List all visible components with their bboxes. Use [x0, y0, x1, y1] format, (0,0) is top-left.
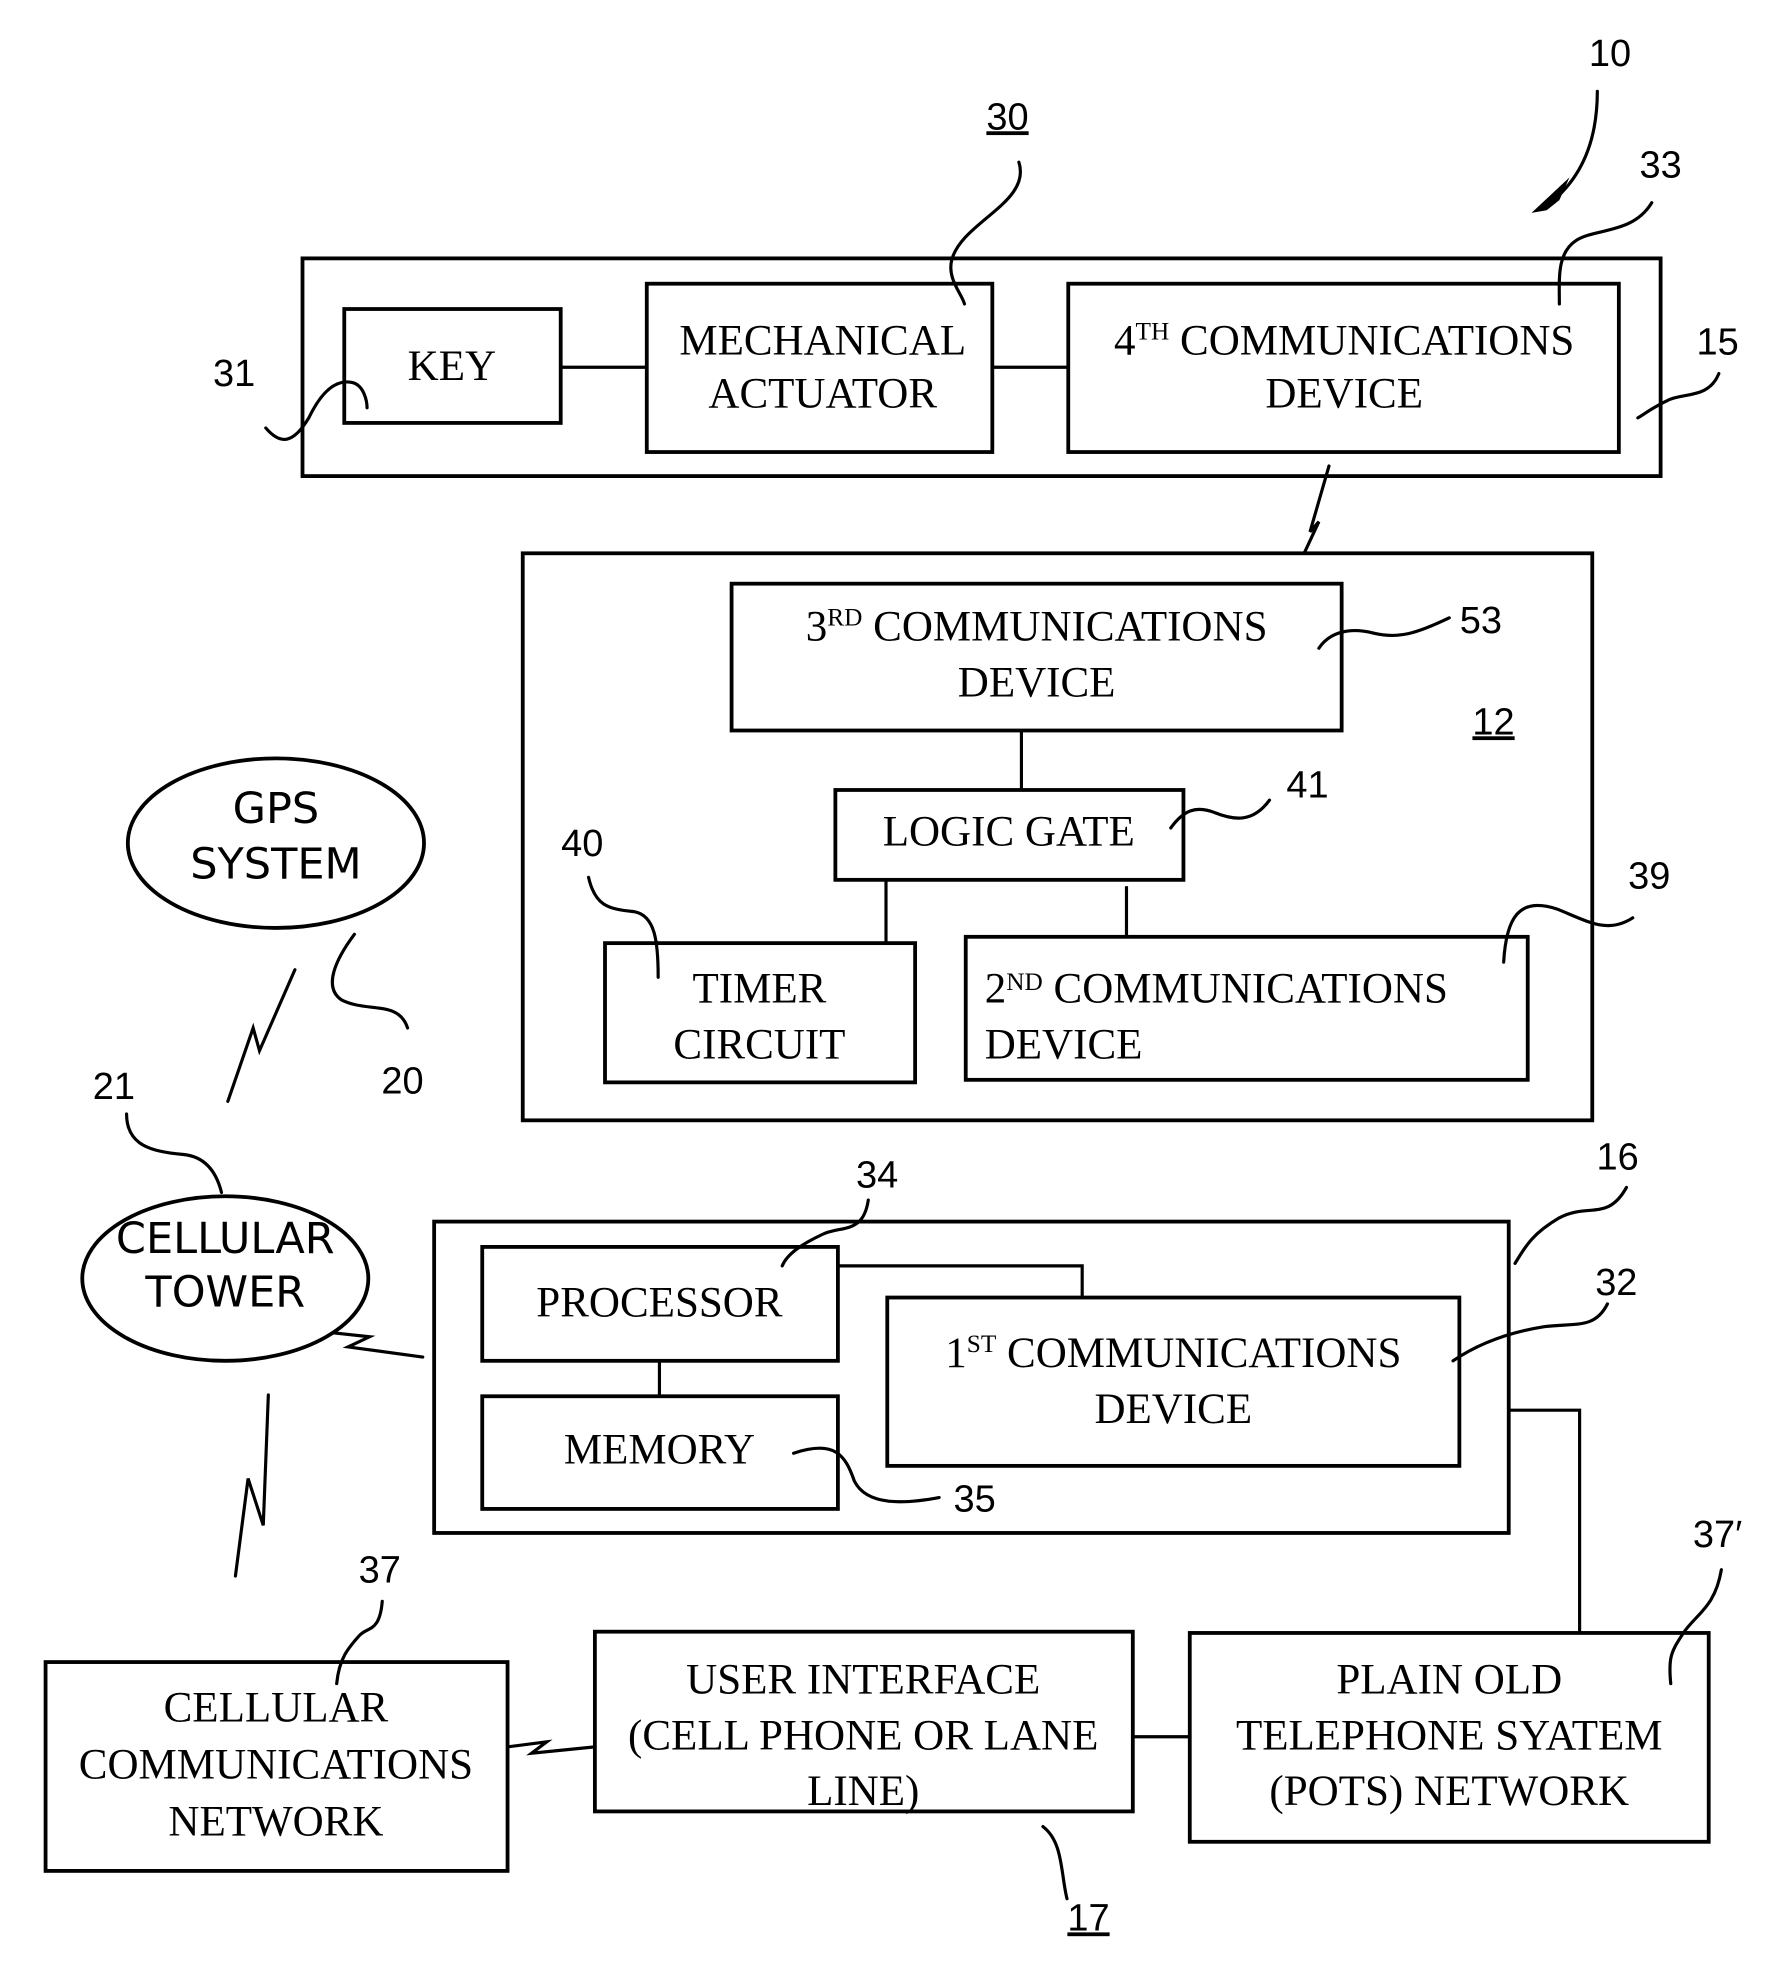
vehicle-unit: KEY MECHANICAL ACTUATOR 4TH COMMUNICATIO… [300, 256, 1663, 478]
pots-network-box[interactable]: PLAIN OLD TELEPHONE SYATEM (POTS) NETWOR… [1187, 1631, 1711, 1844]
leader-20 [330, 932, 410, 1030]
third-comm-line2: DEVICE [958, 659, 1116, 706]
gps-system[interactable]: GPS SYSTEM [125, 756, 426, 930]
fourth-comm-line2: DEVICE [1265, 371, 1423, 418]
timer-line2: CIRCUIT [673, 1021, 845, 1068]
ref-17: 17 [1067, 1897, 1109, 1939]
ref-39: 39 [1628, 856, 1670, 898]
system-arrow-head-icon [1531, 177, 1570, 213]
second-comm-line1: 2ND COMMUNICATIONS [985, 966, 1448, 1013]
ref-20: 20 [381, 1061, 423, 1103]
ref-10: 10 [1589, 33, 1631, 75]
logic-gate-box[interactable]: LOGIC GATE [833, 788, 1186, 882]
second-comm-device-box[interactable]: 2ND COMMUNICATIONS DEVICE [963, 934, 1530, 1082]
ref-41: 41 [1286, 765, 1328, 807]
memory-label: MEMORY [564, 1426, 755, 1473]
cellnet-line3: NETWORK [168, 1798, 383, 1845]
cellnet-line2: COMMUNICATIONS [79, 1742, 473, 1789]
first-comm-device-box[interactable]: 1ST COMMUNICATIONS DEVICE [885, 1295, 1462, 1468]
first-comm-line1: 1ST COMMUNICATIONS [945, 1330, 1401, 1377]
ui-line1: USER INTERFACE [686, 1657, 1040, 1704]
base-pots-link [1508, 1408, 1582, 1633]
wireless-link-tower-network-icon [233, 1393, 270, 1578]
processor-label: PROCESSOR [536, 1280, 783, 1327]
actuator-line2: ACTUATOR [708, 371, 937, 418]
tower-line1: CELLULAR [116, 1214, 335, 1264]
ref-35: 35 [953, 1478, 995, 1520]
ref-40: 40 [561, 823, 603, 865]
fourth-comm-line1: 4TH COMMUNICATIONS [1114, 317, 1574, 364]
wireless-link-tower-base-icon [332, 1331, 425, 1359]
timer-circuit-box[interactable]: TIMER CIRCUIT [603, 941, 918, 1085]
ref-12: 12 [1472, 701, 1514, 743]
ref-16: 16 [1596, 1137, 1638, 1179]
ref-32: 32 [1595, 1262, 1637, 1304]
cellular-tower[interactable]: CELLULAR TOWER [80, 1194, 371, 1363]
user-interface-box[interactable]: USER INTERFACE (CELL PHONE OR LANE LINE) [592, 1629, 1135, 1815]
ref-30: 30 [986, 96, 1028, 138]
ref-53: 53 [1460, 600, 1502, 642]
ref-34: 34 [856, 1154, 898, 1196]
cellular-network-box[interactable]: CELLULAR COMMUNICATIONS NETWORK [43, 1660, 510, 1873]
leader-17 [1041, 1825, 1069, 1901]
control-unit: 3RD COMMUNICATIONS DEVICE LOGIC GATE TIM… [520, 551, 1595, 1123]
memory-box[interactable]: MEMORY [480, 1394, 840, 1511]
mechanical-actuator-box[interactable]: MECHANICAL ACTUATOR [644, 281, 995, 454]
pots-line2: TELEPHONE SYATEM [1236, 1712, 1663, 1759]
cellnet-line1: CELLULAR [164, 1685, 389, 1732]
ref-37: 37 [359, 1549, 401, 1591]
pots-line1: PLAIN OLD [1336, 1657, 1562, 1704]
actuator-line1: MECHANICAL [679, 318, 966, 365]
ui-line3: LINE) [807, 1768, 919, 1815]
key-box[interactable]: KEY [342, 307, 563, 425]
first-comm-line2: DEVICE [1094, 1386, 1252, 1433]
third-comm-line1: 3RD COMMUNICATIONS [806, 603, 1268, 650]
patent-block-diagram: 10 KEY MECHANICAL ACTUATOR 4TH COMMUNICA… [43, 33, 1742, 1939]
tower-line2: TOWER [144, 1267, 305, 1317]
gps-line2: SYSTEM [190, 840, 361, 890]
ui-line2: (CELL PHONE OR LANE [628, 1712, 1098, 1759]
ref-37-prime: 37′ [1693, 1514, 1742, 1556]
wireless-link-network-ui-icon [505, 1739, 597, 1756]
third-comm-device-box[interactable]: 3RD COMMUNICATIONS DEVICE [729, 581, 1344, 733]
wireless-link-gps-tower-icon [226, 968, 297, 1103]
leader-16 [1513, 1185, 1629, 1265]
system-arrow-shaft [1548, 89, 1599, 205]
key-label: KEY [408, 343, 496, 390]
ref-15: 15 [1696, 322, 1738, 364]
second-comm-line2: DEVICE [985, 1021, 1143, 1068]
pots-line3: (POTS) NETWORK [1269, 1768, 1629, 1815]
leader-21 [124, 1112, 224, 1195]
ref-33: 33 [1640, 144, 1682, 186]
logic-gate-label: LOGIC GATE [883, 809, 1135, 856]
fourth-comm-device-box[interactable]: 4TH COMMUNICATIONS DEVICE [1066, 281, 1621, 454]
ref-21: 21 [93, 1066, 135, 1108]
timer-line1: TIMER [693, 966, 827, 1013]
ref-31: 31 [213, 353, 255, 395]
gps-line1: GPS [233, 784, 320, 834]
